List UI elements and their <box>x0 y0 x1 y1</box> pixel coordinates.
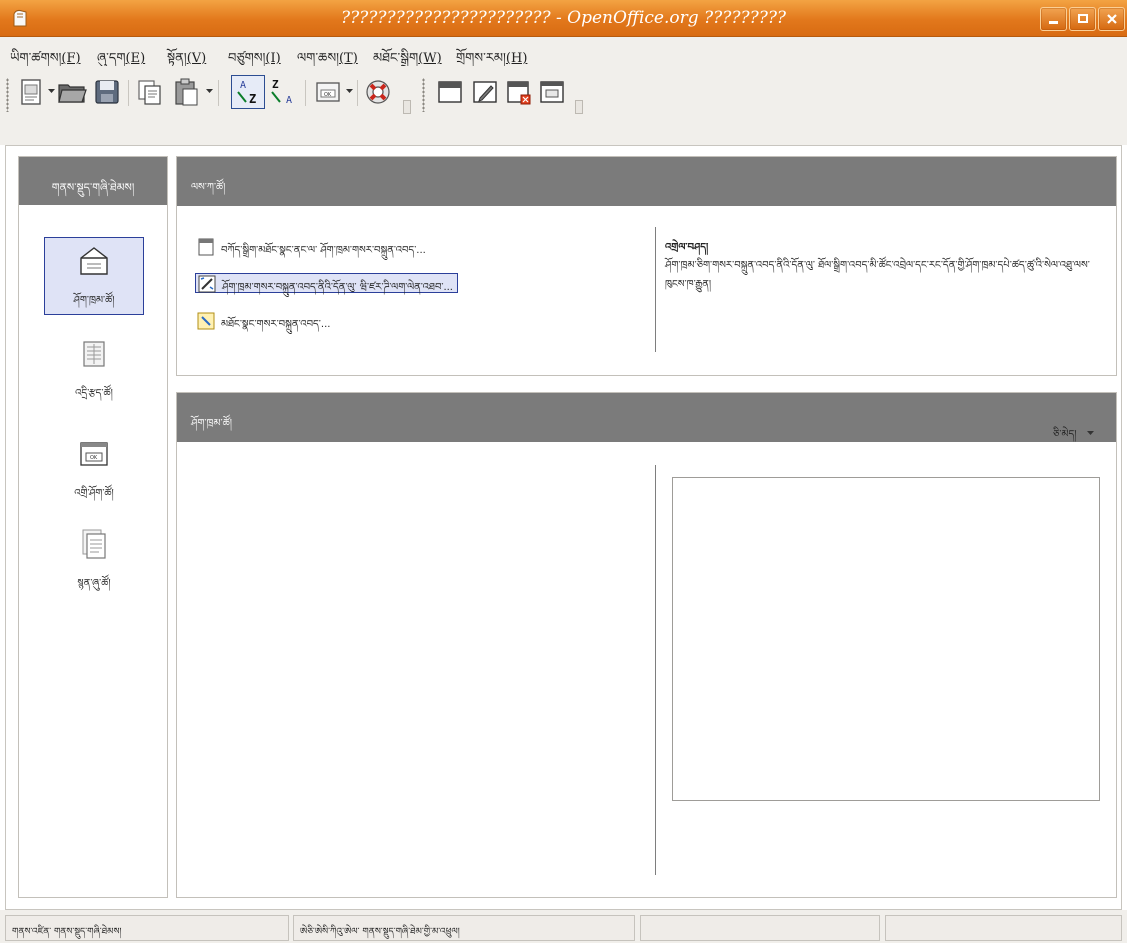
toolbar-separator <box>305 80 306 106</box>
standard-toolbar: A Z Z A OK <box>0 66 1127 145</box>
tables-panel: ཤོག་ཁྲམ་ཚོ། ཅི་མེད། <box>176 392 1117 898</box>
maximize-icon <box>1078 14 1088 23</box>
menu-tools-label: ལག་ཆས། <box>297 51 339 66</box>
sort-ascending-icon[interactable]: A Z <box>231 75 265 109</box>
new-document-icon[interactable] <box>16 76 48 108</box>
menu-window-key: (W) <box>418 51 442 66</box>
preview-mode-dropdown[interactable]: ཅི་མེད། <box>1053 423 1095 451</box>
sidebar-item-label: འགྲི་ཤོག་ཚོ། <box>74 488 114 499</box>
delete-record-icon[interactable] <box>503 76 535 108</box>
sidebar-item-reports[interactable]: སྙན་ཞུ་ཚོ། <box>44 527 144 591</box>
close-button[interactable] <box>1098 7 1125 31</box>
query-icon <box>83 341 105 367</box>
save-icon[interactable] <box>91 76 123 108</box>
svg-text:A: A <box>286 95 292 106</box>
close-icon <box>1107 14 1117 24</box>
task-create-in-design-view[interactable]: བཀོད་སྒྲིག་མཐོང་སྣང་ནང་ལ་ ཤོག་ཁྲམ་གསར་བས… <box>195 237 430 257</box>
tasks-divider <box>655 227 656 352</box>
edit-form-icon[interactable] <box>469 76 501 108</box>
sidebar-item-tables[interactable]: ཤོག་ཁྲམ་ཚོ། <box>44 237 144 315</box>
status-cell-4 <box>885 915 1122 941</box>
table-icon[interactable] <box>434 76 466 108</box>
menu-edit-key: (E) <box>125 51 146 66</box>
task-use-wizard[interactable]: ཤོག་ཁྲམ་གསར་བསྐྲུན་འབད་ནིའི་དོན་ལུ་ ཝི་ཛ… <box>195 273 458 293</box>
table-icon <box>80 247 108 275</box>
menu-edit-label: ཞུ་དག <box>97 51 126 66</box>
menu-help-label: གྲོགས་རམ། <box>456 51 506 66</box>
status-cell-3 <box>640 915 880 941</box>
toolbar-overflow-button[interactable] <box>575 100 583 114</box>
tables-list[interactable] <box>187 453 647 883</box>
toolbar-grip[interactable] <box>6 78 9 112</box>
new-dropdown-arrow-icon[interactable] <box>47 86 56 95</box>
tables-divider <box>655 465 656 875</box>
menu-window-label: མཐོང་སྒྲིག <box>373 51 419 66</box>
svg-text:Z: Z <box>272 78 279 91</box>
task-label: བཀོད་སྒྲིག་མཐོང་སྣང་ནང་ལ་ ཤོག་ཁྲམ་གསར་བས… <box>221 245 426 256</box>
tasks-panel-header: ལས་ཀ་ཚོ། <box>177 157 1116 206</box>
form-dropdown-arrow-icon[interactable] <box>345 86 354 95</box>
form-icon: OK <box>80 442 108 466</box>
menu-tools-key: (T) <box>338 51 358 66</box>
toolbar-separator <box>128 80 129 106</box>
menu-view-label: སྟོན། <box>167 51 187 66</box>
svg-text:OK: OK <box>324 92 332 98</box>
minimize-icon <box>1049 21 1058 24</box>
toolbar-separator <box>357 80 358 106</box>
window-title: ??????????????????????? - OpenOffice.org… <box>340 8 787 28</box>
title-bar: ??????????????????????? - OpenOffice.org… <box>0 0 1127 37</box>
svg-text:Z: Z <box>249 92 256 106</box>
status-database-engine: ཨེཅི་ཨེསི་ཀིའུ་ཨེལ་ གནས་སྡུད་གཞི་ཐེམ་གྱི… <box>293 915 635 941</box>
help-lifebuoy-icon[interactable] <box>362 76 394 108</box>
paste-icon[interactable] <box>170 76 202 108</box>
chevron-down-icon <box>1086 431 1094 435</box>
task-create-view[interactable]: མཐོང་སྣང་གསར་བསྐྲུན་འབད་... <box>195 311 334 331</box>
minimize-button[interactable] <box>1040 7 1067 31</box>
menu-bar: ཡིག་ཚགས།(F) ཞུ་དག(E) སྟོན།(V) བཙུགས།(I) … <box>0 37 1127 66</box>
preview-pane <box>672 477 1100 801</box>
paste-dropdown-arrow-icon[interactable] <box>205 86 214 95</box>
toolbar-grip[interactable] <box>422 78 425 112</box>
toolbar-overflow-button[interactable] <box>403 100 411 114</box>
sidebar-item-label: སྙན་ཞུ་ཚོ། <box>77 578 111 589</box>
tasks-panel: ལས་ཀ་ཚོ། བཀོད་སྒྲིག་མཐོང་སྣང་ནང་ལ་ ཤོག་ཁ… <box>176 156 1117 376</box>
text-field-icon[interactable] <box>536 76 568 108</box>
database-sidebar: གནས་སྡུད་གཞི་ཐེམས། ཤོག་ཁྲམ་ཚོ། འདྲི་རྩད་… <box>18 156 168 898</box>
copy-icon[interactable] <box>134 76 166 108</box>
preview-mode-label: ཅི་མེད། <box>1053 429 1077 440</box>
view-icon <box>197 312 215 330</box>
tables-panel-header: ཤོག་ཁྲམ་ཚོ། <box>177 393 1116 442</box>
maximize-button[interactable] <box>1069 7 1096 31</box>
task-label: ཤོག་ཁྲམ་གསར་བསྐྲུན་འབད་ནིའི་དོན་ལུ་ ཝི་ཛ… <box>222 282 453 293</box>
sidebar-item-forms[interactable]: OK འགྲི་ཤོག་ཚོ། <box>44 437 144 501</box>
menu-file-label: ཡིག་ཚགས། <box>10 51 62 66</box>
sidebar-item-label: ཤོག་ཁྲམ་ཚོ། <box>73 295 115 306</box>
database-main-area: གནས་སྡུད་གཞི་ཐེམས། ཤོག་ཁྲམ་ཚོ། འདྲི་རྩད་… <box>5 145 1122 910</box>
task-label: མཐོང་སྣང་གསར་བསྐྲུན་འབད་... <box>221 319 331 330</box>
wizard-icon <box>198 275 216 293</box>
sidebar-header: གནས་སྡུད་གཞི་ཐེམས། <box>19 157 167 205</box>
description-text: ཤོག་ཁྲམ་ཅིག་གསར་བསྐྲུན་འབད་ནིའི་དོན་ལུ་ … <box>665 260 1090 290</box>
design-view-icon <box>198 238 214 256</box>
report-icon <box>82 529 106 559</box>
sort-descending-icon[interactable]: Z A <box>266 76 298 108</box>
svg-text:A: A <box>240 80 246 91</box>
menu-help-key: (H) <box>505 51 528 66</box>
toolbar-separator <box>218 80 219 106</box>
status-database-type: གནས་འཛིན་ གནས་སྡུད་གཞི་ཐེམས། <box>5 915 289 941</box>
open-folder-icon[interactable] <box>56 76 88 108</box>
sidebar-item-queries[interactable]: འདྲི་རྩད་ཚོ། <box>44 337 144 401</box>
menu-insert-key: (I) <box>265 51 281 66</box>
status-bar: གནས་འཛིན་ གནས་སྡུད་གཞི་ཐེམས། ཨེཅི་ཨེསི་ཀ… <box>0 910 1127 943</box>
sidebar-item-label: འདྲི་རྩད་ཚོ། <box>75 388 113 399</box>
menu-file-key: (F) <box>61 51 81 66</box>
menu-insert-label: བཙུགས། <box>228 51 266 66</box>
svg-text:OK: OK <box>90 455 98 461</box>
form-button-icon[interactable]: OK <box>312 76 344 108</box>
menu-view-key: (V) <box>186 51 207 66</box>
